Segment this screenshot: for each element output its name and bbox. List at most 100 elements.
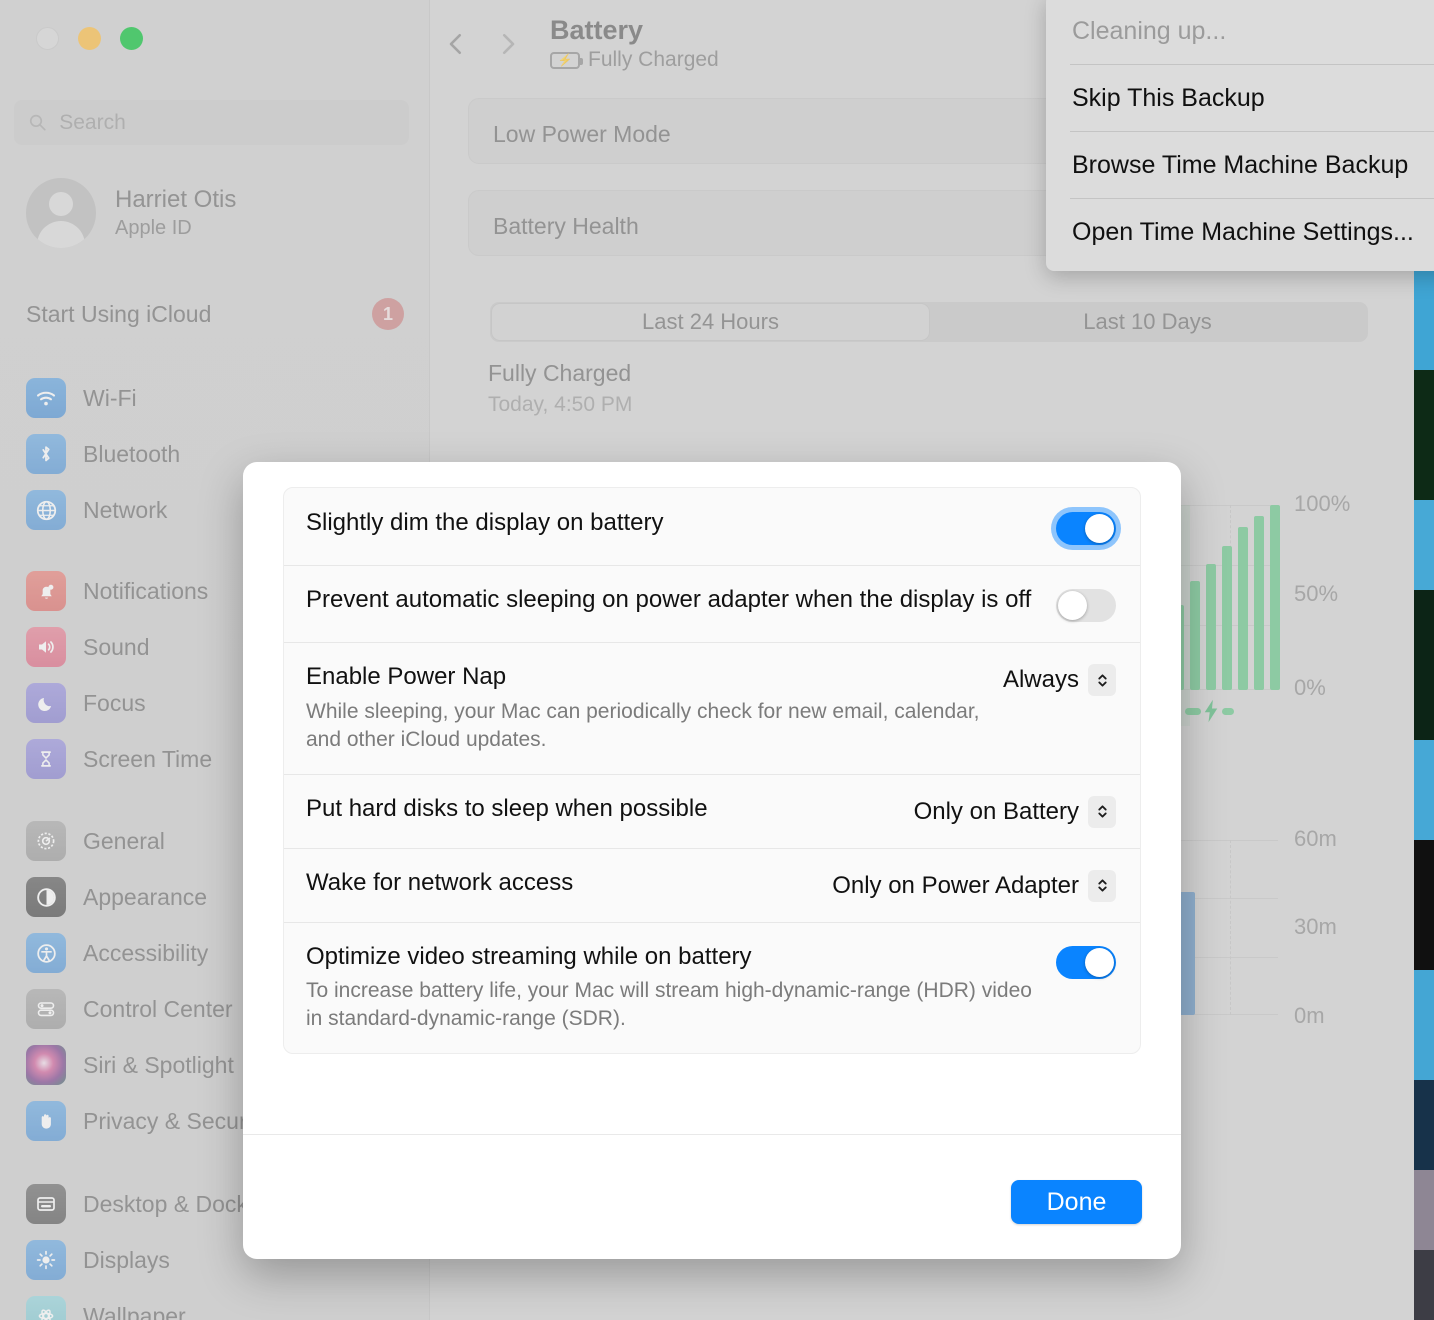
bar: [1254, 516, 1264, 690]
chevron-left-icon: [449, 33, 462, 55]
popup-value: Always: [1002, 666, 1079, 693]
time-machine-menu[interactable]: Cleaning up... Skip This Backup Browse T…: [1046, 0, 1434, 271]
y-tick-label: 50%: [1294, 581, 1339, 606]
slightly-dim-display-toggle[interactable]: [1056, 512, 1116, 545]
search-icon: [29, 114, 46, 131]
optimize-video-streaming-toggle[interactable]: [1056, 945, 1116, 979]
accessibility-icon: [26, 933, 66, 973]
sidebar-item-label: General: [83, 827, 165, 854]
page-title: Battery: [550, 14, 644, 45]
popup-value: Only on Battery: [913, 797, 1079, 825]
bar: [1222, 546, 1232, 690]
option-row-enable-power-nap[interactable]: Enable Power Nap While sleeping, your Ma…: [284, 642, 1140, 774]
apple-id-account-row[interactable]: Harriet Otis Apple ID: [26, 178, 236, 248]
done-button[interactable]: Done: [1011, 1180, 1142, 1224]
sidebar-item-wi-fi[interactable]: Wi-Fi: [26, 370, 406, 426]
sliders-icon: [26, 989, 66, 1029]
desktop-dock-icon: [26, 1184, 66, 1224]
tab-last-10-days[interactable]: Last 10 Days: [929, 304, 1366, 340]
gear-icon: [26, 821, 66, 861]
moon-icon: [26, 683, 66, 723]
maximize-window-button[interactable]: [120, 27, 143, 50]
sidebar-item-label: Control Center: [83, 995, 233, 1022]
sidebar-item-label: Sound: [83, 633, 150, 660]
menu-item-browse-time-machine-backup[interactable]: Browse Time Machine Backup: [1046, 132, 1434, 198]
speaker-icon: [26, 627, 66, 667]
tab-last-24-hours[interactable]: Last 24 Hours: [492, 304, 929, 340]
wallpaper-icon: [26, 1296, 66, 1320]
charge-summary-title: Fully Charged: [488, 360, 632, 386]
sidebar-item-label: Siri & Spotlight: [83, 1051, 234, 1078]
hard-disks-sleep-popup[interactable]: Only on Battery: [913, 795, 1116, 828]
chevron-right-icon: [502, 33, 515, 55]
option-description: To increase battery life, your Mac will …: [306, 979, 1032, 1031]
menu-item-open-time-machine-settings[interactable]: Open Time Machine Settings...: [1046, 199, 1434, 265]
sidebar-item-label: Focus: [83, 689, 146, 716]
option-row-optimize-video-streaming[interactable]: Optimize video streaming while on batter…: [284, 921, 1140, 1054]
sidebar-item-label: Bluetooth: [83, 440, 181, 467]
history-range-segmented-control[interactable]: Last 24 Hours Last 10 Days: [490, 302, 1368, 342]
sidebar-item-label: Desktop & Dock: [83, 1190, 248, 1217]
sidebar-item-start-using-icloud[interactable]: Start Using iCloud 1: [26, 298, 404, 330]
prevent-automatic-sleeping-toggle[interactable]: [1056, 589, 1116, 622]
option-title: Enable Power Nap: [306, 663, 507, 690]
popup-value: Only on Power Adapter: [832, 871, 1079, 899]
enable-power-nap-popup[interactable]: Always: [1003, 664, 1116, 696]
minimize-window-button[interactable]: [78, 27, 101, 50]
back-button[interactable]: [430, 18, 482, 70]
search-input[interactable]: [59, 110, 395, 135]
battery-status-text: Fully Charged: [588, 48, 719, 72]
bluetooth-icon: [26, 434, 66, 474]
siri-icon: [26, 1045, 66, 1085]
option-description: While sleeping, your Mac can periodicall…: [306, 699, 980, 751]
hourglass-icon: [26, 739, 66, 779]
wake-for-network-access-popup[interactable]: Only on Power Adapter: [832, 869, 1116, 902]
option-title: Slightly dim the display on battery: [306, 509, 664, 536]
options-list: Slightly dim the display on battery Prev…: [283, 487, 1141, 1055]
chevron-up-down-icon[interactable]: [1088, 664, 1116, 696]
option-title: Optimize video streaming while on batter…: [306, 942, 752, 970]
forward-button[interactable]: [482, 18, 534, 70]
search-field[interactable]: [14, 100, 409, 145]
option-row-hard-disks-sleep[interactable]: Put hard disks to sleep when possible On…: [284, 773, 1140, 848]
sidebar-item-label: Appearance: [83, 883, 208, 910]
sidebar-item-label: Displays: [83, 1246, 170, 1273]
account-name: Harriet Otis: [115, 186, 237, 213]
account-subtitle: Apple ID: [115, 217, 192, 239]
contrast-icon: [26, 877, 66, 917]
bar: [1190, 581, 1200, 690]
bar: [1238, 527, 1248, 690]
option-title: Prevent automatic sleeping on power adap…: [306, 586, 1032, 613]
chevron-up-down-icon[interactable]: [1088, 795, 1116, 828]
sidebar-item-label: Wi-Fi: [83, 384, 137, 411]
option-row-prevent-automatic-sleeping[interactable]: Prevent automatic sleeping on power adap…: [284, 565, 1140, 642]
bar: [1206, 564, 1216, 690]
option-row-slightly-dim-display[interactable]: Slightly dim the display on battery: [284, 488, 1140, 565]
battery-charging-icon: ⚡: [550, 51, 583, 69]
close-window-button[interactable]: [36, 27, 59, 50]
menu-item-skip-this-backup[interactable]: Skip This Backup: [1046, 65, 1434, 131]
sidebar-item-label: Accessibility: [83, 939, 209, 966]
y-tick-label: 100%: [1294, 491, 1351, 516]
globe-icon: [26, 490, 66, 530]
charge-summary: Fully Charged Today, 4:50 PM: [488, 360, 632, 417]
option-title: Wake for network access: [306, 868, 574, 896]
option-row-wake-for-network-access[interactable]: Wake for network access Only on Power Ad…: [284, 847, 1140, 922]
sidebar-item-label: Notifications: [83, 577, 209, 604]
y-tick-label: 60m: [1294, 826, 1337, 851]
y-tick-label: 0%: [1294, 675, 1326, 700]
chevron-up-down-icon[interactable]: [1088, 869, 1116, 902]
sidebar-item-label: Wallpaper: [83, 1302, 186, 1320]
battery-options-sheet: Slightly dim the display on battery Prev…: [243, 462, 1181, 1259]
hand-icon: [26, 1101, 66, 1141]
wifi-icon: [26, 378, 66, 418]
window-controls[interactable]: [36, 27, 143, 50]
bar: [1270, 505, 1280, 690]
sidebar-item-label: Privacy & Security: [83, 1107, 270, 1134]
brightness-icon: [26, 1240, 66, 1280]
avatar: [26, 178, 96, 248]
y-tick-label: 30m: [1294, 914, 1337, 939]
sidebar-item-wallpaper[interactable]: Wallpaper: [26, 1288, 406, 1320]
sidebar-item-label: Screen Time: [83, 745, 213, 772]
footer-separator: [243, 1134, 1181, 1135]
